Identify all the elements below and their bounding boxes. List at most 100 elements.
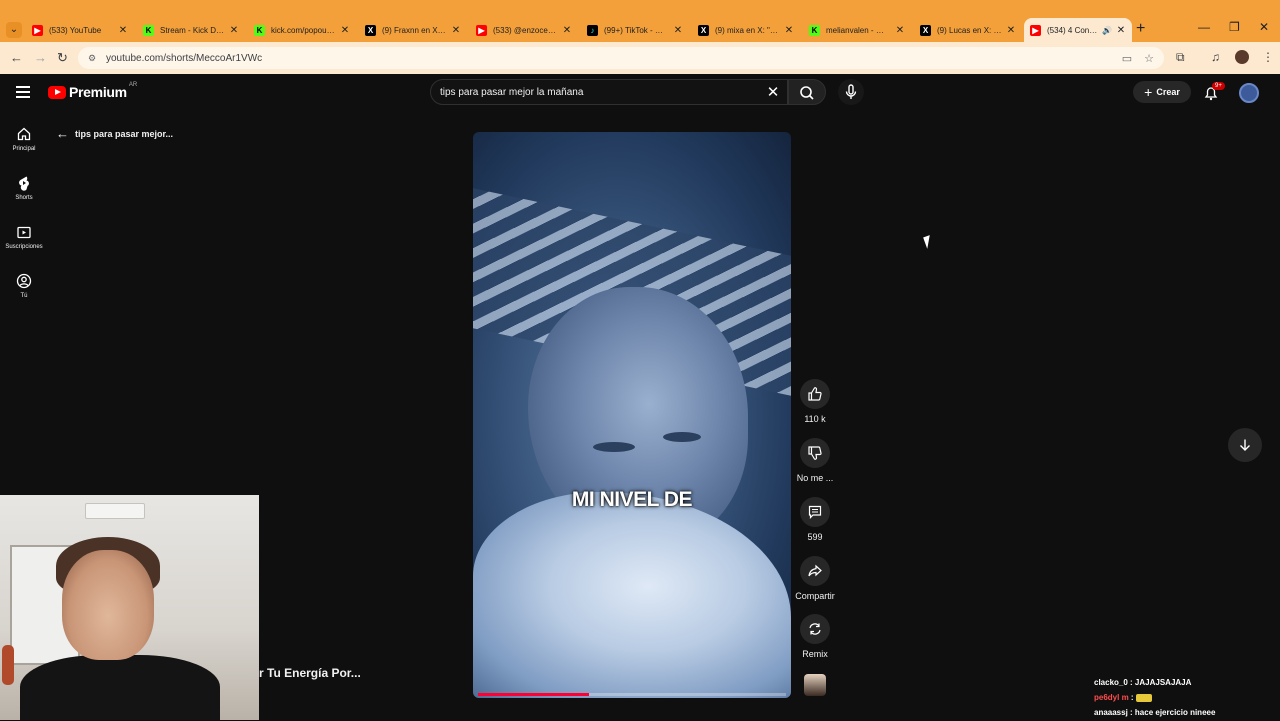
address-bar-row: ← → ↻ ⚙ youtube.com/shorts/MeccoAr1VWc ▭…: [0, 42, 1280, 74]
shorts-video-player[interactable]: MI NIVEL DE: [473, 132, 791, 698]
video-progress-bar[interactable]: [478, 693, 786, 696]
extensions-icon[interactable]: ⧉: [1176, 50, 1185, 65]
webcam-air-conditioner: [85, 503, 145, 519]
close-tab-icon[interactable]: ✕: [1006, 25, 1016, 36]
thumbs-up-icon: [808, 387, 822, 401]
mouse-cursor: [923, 235, 934, 249]
guide-item-subscriptions[interactable]: Suscripciones: [0, 224, 48, 250]
speaker-icon[interactable]: 🔊: [1102, 26, 1112, 35]
youtube-play-icon: [48, 85, 66, 99]
comments-button[interactable]: 599: [793, 497, 837, 542]
video-frame-eye: [663, 432, 701, 442]
browser-tab[interactable]: ♪ (99+) TikTok - Ma… ✕: [581, 18, 689, 42]
voice-search-button[interactable]: [838, 79, 864, 105]
browser-tab[interactable]: Kmelianvalen - Wa… ✕: [803, 18, 911, 42]
youtube-favicon-icon: ▶: [1030, 24, 1041, 36]
site-info-icon[interactable]: ⚙: [86, 52, 98, 64]
close-tab-icon[interactable]: ✕: [451, 25, 461, 36]
browser-menu-icon[interactable]: ⋮: [1262, 50, 1274, 64]
close-tab-icon[interactable]: ✕: [562, 25, 572, 36]
shorts-icon: [19, 176, 29, 191]
close-tab-icon[interactable]: ✕: [340, 25, 350, 36]
browser-tab[interactable]: K Stream - Kick Da… ✕: [137, 18, 245, 42]
guide-item-you[interactable]: Tú: [0, 273, 48, 299]
browser-tab[interactable]: ▶ (533) @enzocero… ✕: [470, 18, 578, 42]
search-icon: [800, 86, 814, 100]
minimize-icon[interactable]: —: [1198, 20, 1210, 34]
remix-button[interactable]: Remix: [793, 614, 837, 659]
video-frame-eye: [593, 442, 635, 452]
forward-icon[interactable]: →: [34, 50, 47, 65]
stream-chat-overlay: clacko_0 : JAJAJSAJAJA pe6dyl m : anaaas…: [1094, 676, 1274, 721]
browser-tab[interactable]: X (9) mixa en X: "el… ✕: [692, 18, 800, 42]
youtube-premium-logo[interactable]: Premium AR: [48, 82, 137, 100]
chat-message: clacko_0 : JAJAJSAJAJA: [1094, 678, 1192, 687]
browser-profile-avatar[interactable]: [1235, 50, 1249, 64]
video-frame-blanket: [473, 492, 791, 698]
next-short-button[interactable]: [1228, 428, 1262, 462]
browser-tab[interactable]: Kkick.com/popout… ✕: [248, 18, 356, 42]
notification-count-badge: 9+: [1212, 82, 1225, 90]
new-tab-icon[interactable]: +: [1136, 20, 1145, 38]
share-button[interactable]: Compartir: [793, 556, 837, 601]
x-favicon-icon: X: [698, 24, 709, 36]
url-bar[interactable]: ⚙ youtube.com/shorts/MeccoAr1VWc ▭ ☆: [78, 47, 1164, 69]
account-avatar[interactable]: [1239, 83, 1259, 103]
back-arrow-icon: ←: [56, 126, 69, 141]
browser-tab[interactable]: X(9) Lucas en X: "El…✕: [914, 18, 1022, 42]
close-tab-icon[interactable]: ✕: [1116, 25, 1126, 36]
cast-icon[interactable]: ▭: [1122, 52, 1132, 65]
like-button[interactable]: 110 k: [793, 379, 837, 424]
x-favicon-icon: X: [920, 24, 931, 36]
close-tab-icon[interactable]: ✕: [895, 25, 905, 36]
close-tab-icon[interactable]: ✕: [673, 25, 683, 36]
close-tab-icon[interactable]: ✕: [784, 25, 794, 36]
thumbs-down-icon: [808, 446, 822, 460]
bookmark-star-icon[interactable]: ☆: [1144, 52, 1154, 65]
menu-icon[interactable]: [16, 86, 30, 98]
arrow-down-icon: [1240, 439, 1250, 451]
reload-icon[interactable]: ↻: [57, 50, 68, 66]
browser-tab[interactable]: ▶ (533) YouTube ✕: [26, 18, 134, 42]
media-control-icon[interactable]: ♫: [1211, 50, 1220, 64]
youtube-favicon-icon: ▶: [32, 24, 43, 36]
video-caption: MI NIVEL DE: [571, 488, 693, 511]
restore-icon[interactable]: ❐: [1229, 20, 1240, 34]
browser-tab[interactable]: X (9) Fraxnn en X: "… ✕: [359, 18, 467, 42]
tiktok-favicon-icon: ♪: [587, 24, 598, 36]
search-input[interactable]: [440, 86, 763, 98]
close-tab-icon[interactable]: ✕: [229, 25, 239, 36]
chat-emote-icon: [1135, 693, 1152, 702]
guide-item-shorts[interactable]: Shorts: [0, 175, 48, 201]
url-text[interactable]: youtube.com/shorts/MeccoAr1VWc: [106, 53, 262, 64]
search-box: ✕: [430, 79, 788, 105]
dislike-button[interactable]: No me ...: [793, 438, 837, 483]
search-button[interactable]: [788, 79, 826, 105]
chat-message: anaaassj : hace ejercicio nineee: [1094, 708, 1216, 717]
subscriptions-icon: [17, 226, 31, 239]
back-icon[interactable]: ←: [10, 50, 23, 65]
back-to-search-results[interactable]: ← tips para pasar mejor...: [56, 126, 173, 141]
youtube-favicon-icon: ▶: [476, 24, 487, 36]
create-button[interactable]: + Crear: [1133, 81, 1191, 103]
tab-search-dropdown-icon[interactable]: ⌄: [6, 22, 22, 38]
home-icon: [17, 127, 31, 141]
microphone-icon: [845, 84, 857, 99]
streamer-webcam-overlay: [0, 495, 259, 720]
channel-avatar[interactable]: [804, 674, 826, 696]
kick-favicon-icon: K: [254, 24, 265, 36]
close-tab-icon[interactable]: ✕: [118, 25, 128, 36]
webcam-person-body: [20, 655, 220, 720]
plus-icon: +: [1144, 84, 1153, 100]
x-favicon-icon: X: [365, 24, 376, 36]
close-window-icon[interactable]: ✕: [1259, 20, 1269, 34]
remix-icon: [809, 623, 821, 635]
share-icon: [808, 564, 822, 577]
youtube-header: Premium AR ✕ + Crear 9+: [0, 74, 1280, 112]
guide-item-home[interactable]: Principal: [0, 126, 48, 152]
video-progress-fill: [478, 693, 589, 696]
webcam-guitar: [2, 645, 14, 685]
clear-search-icon[interactable]: ✕: [763, 83, 783, 101]
you-icon: [16, 273, 32, 289]
browser-tab-active[interactable]: ▶(534) 4 Conse…🔊✕: [1024, 18, 1132, 42]
